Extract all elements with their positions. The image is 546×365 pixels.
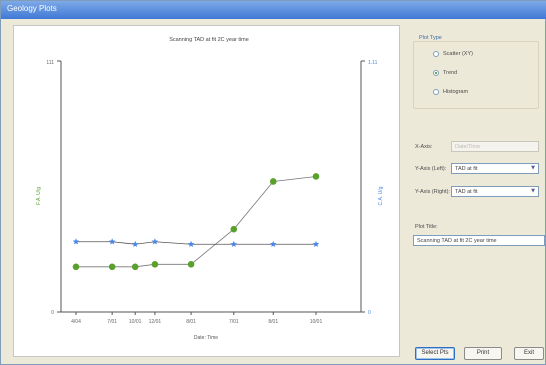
x-ticks: 4/04 7/01 10/01 12/01 8/01 7/01 8/01 10/01 xyxy=(71,312,322,325)
y-right-top-tick: 1.11 xyxy=(368,60,378,66)
x-tick-label: 8/01 xyxy=(268,319,278,325)
y-left-select[interactable]: TAD at fit ▼ xyxy=(451,163,539,174)
data-point-circle xyxy=(269,178,277,185)
radio-trend[interactable]: Trend xyxy=(433,70,457,76)
y-left-select-label: Y-Axis (Left): xyxy=(415,166,447,172)
x-axis-select-value: Date/Time xyxy=(455,144,481,150)
radio-histogram-label: Histogram xyxy=(443,89,469,95)
y-left-axis: 111 0 F.A. U/g xyxy=(36,60,62,316)
y-left-bottom-tick: 0 xyxy=(51,310,54,316)
radio-trend-label: Trend xyxy=(443,70,458,76)
title-bar: Geology Plots xyxy=(1,1,546,19)
data-point-star xyxy=(312,240,320,248)
y-left-label: F.A. U/g xyxy=(36,187,42,205)
data-point-circle xyxy=(131,263,139,271)
data-point-star xyxy=(269,240,277,248)
data-point-star xyxy=(151,238,159,245)
y-right-axis: 1.11 0 C.A. U/g xyxy=(360,60,384,316)
radio-button[interactable] xyxy=(433,51,439,57)
data-point-star xyxy=(131,240,139,248)
plot-type-title: Plot Type xyxy=(417,35,444,41)
plot-title-input[interactable]: Scanning TAD at fit 2C year time xyxy=(413,235,545,246)
x-tick-label: 10/01 xyxy=(310,319,323,325)
y-right-select-value: TAD at fit xyxy=(455,189,478,195)
trend-chart: Scanning TAD at fit 2C year time 111 0 F… xyxy=(36,37,384,341)
x-axis-select: Date/Time xyxy=(451,141,539,152)
x-axis-label: Date: Time xyxy=(194,335,218,341)
plot-title-field-label: Plot Title: xyxy=(415,224,438,230)
exit-button[interactable]: Exit xyxy=(514,347,544,360)
y-right-bottom-tick: 0 xyxy=(368,310,371,316)
series-line-0 xyxy=(76,176,317,268)
y-right-select-label: Y-Axis (Right): xyxy=(415,189,450,195)
app-window: Geology Plots Scanning TAD at fit 2C yea… xyxy=(0,0,546,365)
x-tick-label: 4/04 xyxy=(71,319,81,325)
x-tick-label: 7/01 xyxy=(107,319,117,325)
plot-panel: Scanning TAD at fit 2C year time 111 0 F… xyxy=(13,25,400,357)
x-axis: 4/04 7/01 10/01 12/01 8/01 7/01 8/01 10/01 Date… xyxy=(61,311,361,341)
plot-type-group xyxy=(413,41,539,109)
window-title: Geology Plots xyxy=(7,4,57,13)
x-axis-select-label: X-Axis: xyxy=(415,144,433,150)
data-point-star xyxy=(108,238,116,245)
data-point-circle xyxy=(187,261,195,268)
plot-title-input-value: Scanning TAD at fit 2C year time xyxy=(417,238,497,244)
chevron-down-icon[interactable]: ▼ xyxy=(529,188,537,195)
print-button[interactable]: Print xyxy=(464,347,502,360)
chevron-down-icon[interactable]: ▼ xyxy=(529,165,537,172)
data-point-star xyxy=(72,238,80,245)
data-point-circle xyxy=(230,225,238,233)
y-left-top-tick: 111 xyxy=(46,60,54,66)
series-layer xyxy=(72,173,320,271)
data-point-circle xyxy=(72,263,80,271)
radio-button-selected[interactable] xyxy=(433,70,439,76)
y-right-label: C.A. U/g xyxy=(378,186,384,205)
data-point-circle xyxy=(151,261,159,268)
data-point-circle xyxy=(108,263,116,271)
radio-scatter-label: Scatter (XY) xyxy=(443,51,473,57)
data-point-star xyxy=(230,240,238,248)
data-point-star xyxy=(187,240,195,248)
y-right-select[interactable]: TAD at fit ▼ xyxy=(451,186,539,197)
chart-title: Scanning TAD at fit 2C year time xyxy=(169,37,249,43)
x-tick-label: 10/01 xyxy=(129,319,142,325)
radio-histogram[interactable]: Histogram xyxy=(433,89,468,95)
x-tick-label: 7/01 xyxy=(229,319,239,325)
radio-scatter[interactable]: Scatter (XY) xyxy=(433,51,473,57)
x-tick-label: 8/01 xyxy=(186,319,196,325)
select-pts-button[interactable]: Select Pts xyxy=(415,347,455,360)
radio-button[interactable] xyxy=(433,89,439,95)
x-tick-label: 12/01 xyxy=(149,319,162,325)
data-point-circle xyxy=(312,173,320,180)
y-left-select-value: TAD at fit xyxy=(455,166,478,172)
